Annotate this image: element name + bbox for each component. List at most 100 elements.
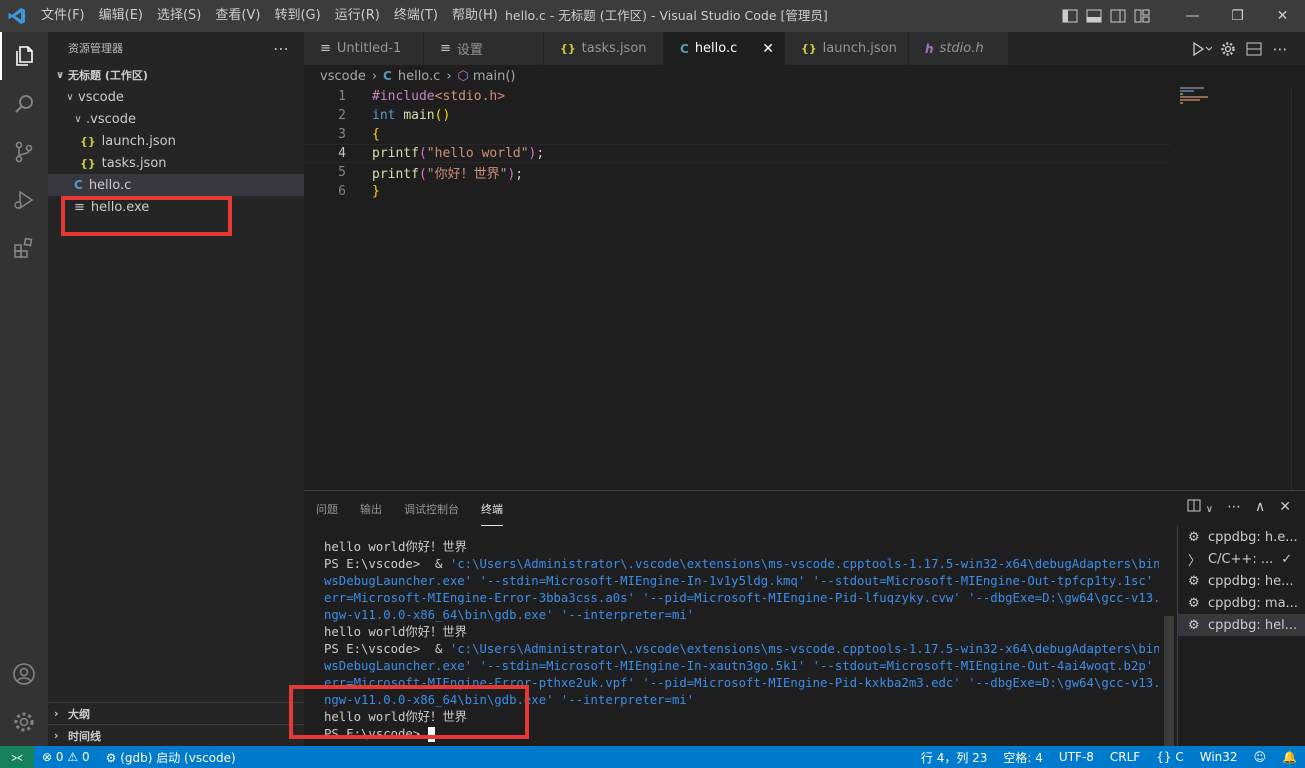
tab-label: hello.c [694, 41, 738, 56]
tab-hello-c[interactable]: C hello.c ✕ [664, 32, 785, 65]
terminal-instance[interactable]: ⚙ cppdbg: he... [1178, 570, 1305, 592]
menu-bar: 文件(F) 编辑(E) 选择(S) 查看(V) 转到(G) 运行(R) 终端(T… [34, 0, 505, 32]
toggle-panel-icon[interactable] [1082, 0, 1106, 32]
more-actions-icon[interactable]: ⋯ [1227, 499, 1241, 516]
minimize-icon[interactable]: — [1170, 0, 1215, 32]
warning-count: 0 [81, 750, 90, 764]
terminal-scrollbar[interactable] [1164, 616, 1174, 747]
close-tab-icon[interactable]: ✕ [762, 41, 774, 57]
tab-output[interactable]: 输出 [360, 493, 382, 525]
editor-tabs: ≡ Untitled-1 ≡ 设置 {} tasks.json C hello.… [304, 32, 1305, 65]
menu-edit[interactable]: 编辑(E) [92, 0, 150, 32]
run-dropdown-icon[interactable] [1189, 41, 1215, 56]
terminal-instance-label: cppdbg: he... [1208, 573, 1294, 589]
vscode-logo-icon [0, 0, 34, 32]
terminal-command: 'c:\Users\Administrator\.vscode\extensio… [449, 557, 1159, 571]
layout-controls [1058, 0, 1154, 32]
indentation[interactable]: 空格: 4 [995, 749, 1051, 766]
outline-section[interactable]: › 大纲 [48, 702, 304, 724]
accounts-icon[interactable] [0, 650, 48, 698]
chevron-down-icon: ∨ [55, 69, 65, 81]
close-panel-icon[interactable]: ✕ [1279, 499, 1291, 516]
workspace-root[interactable]: ∨ 无标题 (工作区) [48, 64, 304, 86]
settings-gear-icon[interactable] [1215, 41, 1241, 57]
timeline-section[interactable]: › 时间线 [48, 724, 304, 746]
code-text: } [372, 184, 380, 199]
remote-icon[interactable]: ⪥ [0, 746, 34, 768]
explorer-header: 资源管理器 ⋯ [48, 32, 304, 64]
terminal-line: wsDebugLauncher.exe' '--stdin=Microsoft-… [324, 574, 1159, 588]
window-title: hello.c - 无标题 (工作区) - Visual Studio Code… [505, 8, 828, 23]
terminal-instance-selected[interactable]: ⚙ cppdbg: hel... [1178, 614, 1305, 636]
title-bar: 文件(F) 编辑(E) 选择(S) 查看(V) 转到(G) 运行(R) 终端(T… [0, 0, 1305, 32]
tree-folder-dot-vscode[interactable]: ∨ .vscode [48, 108, 304, 130]
terminal-line: PS E:\vscode> & 'c:\Users\Administrator\… [324, 641, 1159, 658]
language-mode[interactable]: {} C [1148, 750, 1192, 764]
code-editor[interactable]: 1 #include<stdio.h> 2 int main() 3 { 4 p… [304, 87, 1305, 490]
extensions-icon[interactable] [0, 224, 48, 272]
workspace-label: 无标题 (工作区) [68, 69, 148, 82]
toggle-secondary-sidebar-icon[interactable] [1106, 0, 1130, 32]
more-actions-icon[interactable]: ⋯ [273, 39, 290, 58]
feedback-icon[interactable]: ☺ [1246, 750, 1275, 764]
tree-file-hello-c[interactable]: C hello.c [48, 174, 304, 196]
breadcrumb-file[interactable]: hello.c [398, 69, 440, 84]
notifications-bell-icon[interactable]: 🔔 [1274, 750, 1305, 764]
menu-file[interactable]: 文件(F) [34, 0, 92, 32]
terminal-instance-label: C/C++: ... [1208, 551, 1274, 567]
terminal-instance[interactable]: 〉 C/C++: ... ✓ [1178, 548, 1305, 570]
explorer-icon[interactable] [0, 32, 48, 80]
tab-launch-json[interactable]: {} launch.json [785, 32, 909, 65]
toggle-sidebar-icon[interactable] [1058, 0, 1082, 32]
code-text: { [372, 127, 380, 142]
more-actions-icon[interactable]: ⋯ [1267, 40, 1293, 58]
tab-tasks-json[interactable]: {} tasks.json [544, 32, 664, 65]
line-number: 5 [338, 165, 346, 180]
search-icon[interactable] [0, 80, 48, 128]
tree-folder-vscode[interactable]: ∨ vscode [48, 86, 304, 108]
language-label: C [1175, 750, 1184, 764]
encoding[interactable]: UTF-8 [1051, 750, 1102, 764]
restore-icon[interactable]: ❐ [1215, 0, 1260, 32]
terminal-instance[interactable]: ⚙ cppdbg: h.e... [1178, 526, 1305, 548]
breadcrumb-symbol[interactable]: main() [473, 69, 516, 84]
braces-icon: {} [1156, 750, 1172, 764]
manage-gear-icon[interactable] [0, 698, 48, 746]
tree-file-tasks-json[interactable]: {} tasks.json [48, 152, 304, 174]
editor-scrollbar[interactable] [1291, 87, 1305, 490]
cursor-position[interactable]: 行 4，列 23 [913, 749, 996, 766]
tab-stdio-h[interactable]: h stdio.h [909, 32, 1009, 65]
menu-terminal[interactable]: 终端(T) [387, 0, 445, 32]
tab-settings[interactable]: ≡ 设置 [424, 32, 544, 65]
tree-file-launch-json[interactable]: {} launch.json [48, 130, 304, 152]
menu-selection[interactable]: 选择(S) [150, 0, 208, 32]
terminal-command: 'c:\Users\Administrator\.vscode\extensio… [449, 642, 1159, 656]
c-file-icon: C [680, 41, 689, 56]
menu-view[interactable]: 查看(V) [208, 0, 267, 32]
warning-icon: ⚠ [67, 750, 79, 764]
tab-terminal[interactable]: 终端 [481, 493, 503, 526]
terminal-instance[interactable]: ⚙ cppdbg: ma... [1178, 592, 1305, 614]
breadcrumb-folder[interactable]: vscode [320, 69, 366, 84]
split-editor-icon[interactable] [1241, 42, 1267, 56]
maximize-panel-icon[interactable]: ∧ [1255, 499, 1265, 516]
customize-layout-icon[interactable] [1130, 0, 1154, 32]
source-control-icon[interactable] [0, 128, 48, 176]
debug-icon: ⚙ [1188, 529, 1200, 545]
split-terminal-icon[interactable]: ∨ [1187, 499, 1213, 516]
tab-debug-console[interactable]: 调试控制台 [404, 493, 459, 525]
line-number: 4 [338, 146, 346, 161]
debug-config-status[interactable]: ⚙ (gdb) 启动 (vscode) [98, 749, 244, 766]
platform[interactable]: Win32 [1192, 750, 1246, 764]
close-window-icon[interactable]: ✕ [1260, 0, 1305, 32]
menu-go[interactable]: 转到(G) [267, 0, 327, 32]
tab-untitled-1[interactable]: ≡ Untitled-1 [304, 32, 424, 65]
run-debug-icon[interactable] [0, 176, 48, 224]
menu-help[interactable]: 帮助(H) [445, 0, 505, 32]
menu-run[interactable]: 运行(R) [328, 0, 387, 32]
timeline-label: 时间线 [68, 729, 101, 743]
minimap[interactable] [1180, 87, 1290, 490]
tab-problems[interactable]: 问题 [316, 493, 338, 525]
problems-status[interactable]: ⊗ 0 ⚠ 0 [34, 750, 98, 764]
end-of-line[interactable]: CRLF [1102, 750, 1148, 764]
